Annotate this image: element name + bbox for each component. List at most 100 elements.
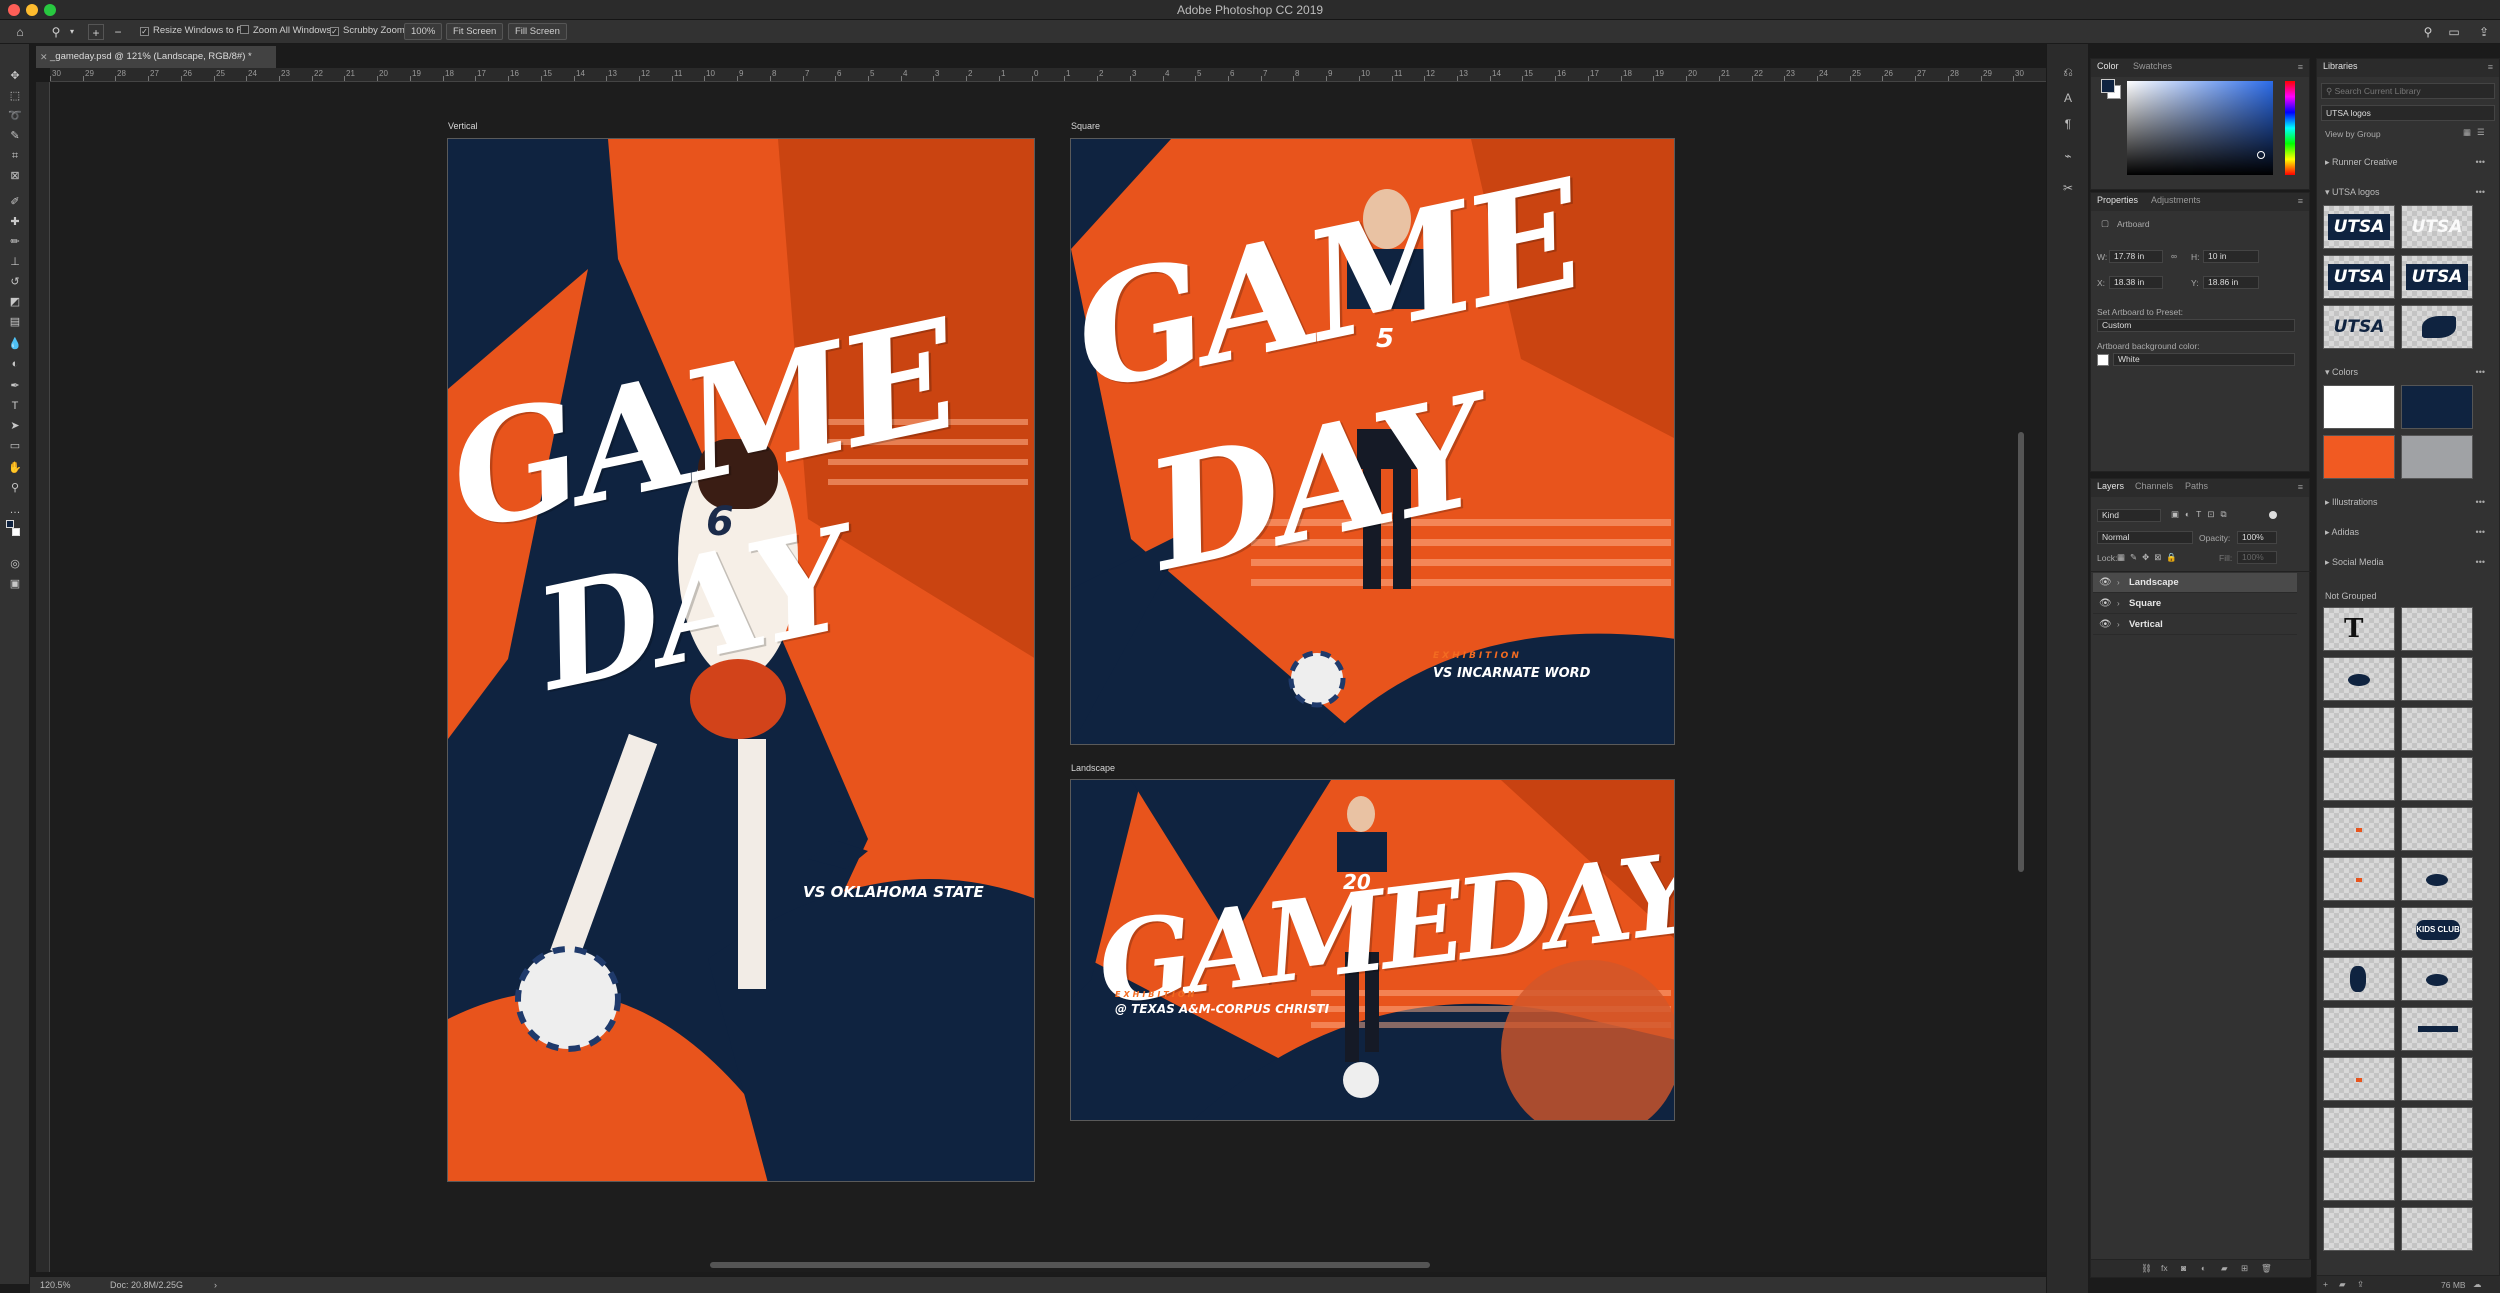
more-icon[interactable]: •••: [2476, 187, 2485, 197]
frame-tool-icon[interactable]: ⊠: [7, 168, 23, 184]
artboard-square[interactable]: GAME DAY 5 EXHIBITION VS INCARNATE WORD: [1070, 138, 1675, 745]
layer-filter-select[interactable]: Kind: [2097, 509, 2161, 522]
rectangle-tool-icon[interactable]: ▭: [7, 438, 23, 454]
library-asset-tile[interactable]: KIDS CLUB: [2401, 907, 2473, 951]
search-icon[interactable]: ⚲: [2420, 24, 2436, 40]
panel-menu-icon[interactable]: ≡: [2298, 62, 2303, 72]
library-asset-tile[interactable]: [2323, 757, 2395, 801]
chevron-down-icon[interactable]: ▾: [64, 24, 80, 40]
zoom-level[interactable]: 120.5%: [40, 1277, 71, 1293]
zoom-all-windows-checkbox[interactable]: Zoom All Windows: [240, 25, 331, 39]
library-asset-tile[interactable]: [2401, 707, 2473, 751]
horizontal-ruler[interactable]: 30 29 28 27 26 25 24 23 22 21 20 19 18 17 16 15 14 13 12 11…: [50, 68, 2046, 82]
library-logo-tile[interactable]: [2401, 305, 2473, 349]
color-swatch-gray[interactable]: [2401, 435, 2473, 479]
workspace-icon[interactable]: ▭: [2446, 24, 2462, 40]
artboard-vertical[interactable]: GAME DAY 6 VS OKLAHOMA STATE: [447, 138, 1035, 1182]
cloud-icon[interactable]: ☁: [2473, 1279, 2482, 1290]
group-colors[interactable]: ▾ Colors: [2325, 367, 2358, 378]
library-asset-tile[interactable]: [2401, 1157, 2473, 1201]
resize-windows-checkbox[interactable]: ✓ Resize Windows to Fit: [140, 25, 247, 39]
chevron-right-icon[interactable]: ›: [2117, 594, 2120, 614]
library-logo-tile[interactable]: UTSA: [2323, 305, 2395, 349]
library-asset-tile[interactable]: [2323, 807, 2395, 851]
group-utsa-logos[interactable]: ▾ UTSA logos: [2325, 187, 2380, 198]
view-by-select[interactable]: View by Group: [2325, 129, 2381, 139]
library-asset-tile[interactable]: [2323, 657, 2395, 701]
lasso-tool-icon[interactable]: ➰: [7, 108, 23, 124]
library-logo-tile[interactable]: UTSA: [2401, 255, 2473, 299]
library-asset-tile[interactable]: [2401, 1207, 2473, 1251]
lock-icons[interactable]: ▦✎✥⊠🔒: [2117, 552, 2182, 563]
group-adidas[interactable]: ▸ Adidas: [2325, 527, 2359, 538]
group-runner-creative[interactable]: ▸ Runner Creative: [2325, 157, 2398, 168]
artboard-label-square[interactable]: Square: [1071, 121, 1100, 131]
scrubby-zoom-checkbox[interactable]: ✓ Scrubby Zoom: [330, 25, 405, 39]
color-swatch-white[interactable]: [2323, 385, 2395, 429]
group-social-media[interactable]: ▸ Social Media: [2325, 557, 2384, 568]
color-swatch-navy[interactable]: [2401, 385, 2473, 429]
library-asset-tile[interactable]: [2323, 1057, 2395, 1101]
tab-swatches[interactable]: Swatches: [2133, 61, 2172, 71]
brushes-icon[interactable]: ⌁: [2060, 148, 2076, 164]
home-icon[interactable]: ⌂: [12, 24, 28, 40]
more-icon[interactable]: •••: [2476, 557, 2485, 567]
new-group-icon[interactable]: ▰: [2221, 1263, 2228, 1274]
color-swatch-orange[interactable]: [2323, 435, 2395, 479]
zoom-100-button[interactable]: 100%: [404, 23, 443, 40]
new-layer-icon[interactable]: ⊞: [2241, 1263, 2248, 1274]
layer-filter-icons[interactable]: ▣◐T⊡⧉: [2171, 509, 2233, 520]
link-layers-icon[interactable]: ⛓: [2141, 1263, 2152, 1274]
library-asset-tile[interactable]: [2401, 857, 2473, 901]
horizontal-scrollbar[interactable]: [710, 1262, 1430, 1268]
color-field[interactable]: [2127, 81, 2273, 175]
edit-toolbar-icon[interactable]: …: [7, 502, 23, 518]
status-menu-icon[interactable]: ›: [214, 1277, 217, 1293]
list-view-icon[interactable]: ☰: [2477, 127, 2485, 138]
add-mask-icon[interactable]: ◙: [2181, 1263, 2186, 1273]
tab-paths[interactable]: Paths: [2185, 481, 2208, 491]
grid-view-icon[interactable]: ▦: [2463, 127, 2471, 138]
eye-icon[interactable]: 👁: [2099, 573, 2112, 593]
chevron-right-icon[interactable]: ›: [2117, 573, 2120, 593]
panel-menu-icon[interactable]: ≡: [2488, 62, 2493, 72]
opacity-field[interactable]: 100%: [2237, 531, 2277, 544]
quick-mask-icon[interactable]: ◎: [7, 556, 23, 572]
library-asset-tile[interactable]: [2323, 857, 2395, 901]
history-brush-tool-icon[interactable]: ↺: [7, 274, 23, 290]
tab-layers[interactable]: Layers: [2097, 481, 2124, 491]
group-illustrations[interactable]: ▸ Illustrations: [2325, 497, 2378, 508]
library-asset-tile[interactable]: [2323, 1107, 2395, 1151]
library-asset-tile[interactable]: [2323, 707, 2395, 751]
library-asset-tile[interactable]: [2401, 1057, 2473, 1101]
zoom-tool-icon[interactable]: ⚲: [48, 24, 64, 40]
bg-color-select[interactable]: White: [2113, 353, 2295, 366]
tab-color[interactable]: Color: [2097, 61, 2119, 71]
library-asset-tile[interactable]: [2401, 657, 2473, 701]
library-asset-tile[interactable]: [2401, 957, 2473, 1001]
library-asset-tile[interactable]: [2323, 1157, 2395, 1201]
hand-tool-icon[interactable]: ✋: [7, 460, 23, 476]
eye-icon[interactable]: 👁: [2099, 594, 2112, 614]
vertical-ruler[interactable]: [36, 82, 50, 1272]
library-search-input[interactable]: ⚲ Search Current Library: [2321, 83, 2495, 99]
quick-select-tool-icon[interactable]: ✎: [7, 128, 23, 144]
layer-row-landscape[interactable]: 👁 › Landscape: [2093, 573, 2297, 593]
close-tab-icon[interactable]: ✕: [40, 46, 48, 68]
vertical-scrollbar[interactable]: [2018, 432, 2024, 872]
panel-menu-icon[interactable]: ≡: [2298, 196, 2303, 206]
character-icon[interactable]: A: [2060, 90, 2076, 106]
artboard-label-landscape[interactable]: Landscape: [1071, 763, 1115, 773]
more-icon[interactable]: •••: [2476, 157, 2485, 167]
library-asset-tile[interactable]: [2401, 1007, 2473, 1051]
share-icon[interactable]: ⇪: [2476, 24, 2492, 40]
eyedropper-tool-icon[interactable]: ✐: [7, 194, 23, 210]
preset-select[interactable]: Custom: [2097, 319, 2295, 332]
more-icon[interactable]: •••: [2476, 367, 2485, 377]
eye-icon[interactable]: 👁: [2099, 615, 2112, 635]
brush-tool-icon[interactable]: ✏: [7, 234, 23, 250]
new-folder-icon[interactable]: ▰: [2339, 1279, 2346, 1290]
link-icon[interactable]: ∞: [2171, 251, 2177, 261]
foreground-color-chip[interactable]: [2101, 79, 2115, 93]
background-color-swatch[interactable]: [12, 528, 20, 536]
